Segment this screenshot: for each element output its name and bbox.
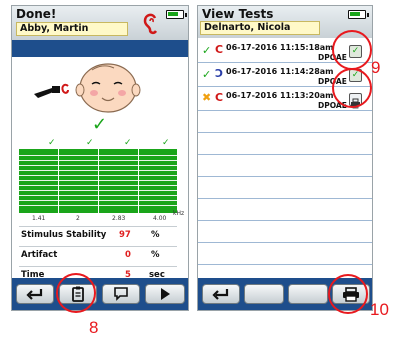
empty-list-row (198, 244, 372, 265)
chart-unit-label: kHz (173, 210, 185, 217)
page-title: View Tests (202, 7, 274, 21)
left-ear-icon: Ↄ (215, 67, 224, 80)
right-ear-icon: C (215, 91, 224, 104)
band-pass-icon: ✓ (162, 138, 170, 148)
callout-number: 8 (89, 318, 99, 337)
empty-list-row (198, 222, 372, 243)
stat-row-artifact: Artifact 0 % (19, 246, 177, 262)
stat-row-stimulus: Stimulus Stability 97 % (19, 226, 177, 242)
empty-list-row (198, 156, 372, 177)
band-pass-icon: ✓ (86, 138, 94, 148)
battery-icon (166, 10, 187, 19)
callout-circle-status-1 (332, 30, 372, 70)
test-datetime: 06-17-2016 11:15:18am (226, 43, 334, 52)
patient-name: Delnarto, Nicola (200, 21, 320, 35)
stat-value: 0 (125, 250, 131, 260)
comment-button[interactable] (102, 284, 140, 304)
stat-unit: % (151, 230, 160, 240)
callout-circle-print (328, 274, 368, 314)
header-band (12, 40, 188, 57)
ear-icon (142, 12, 160, 40)
return-arrow-icon (212, 289, 229, 300)
pass-check-icon: ✓ (202, 44, 212, 57)
stat-value: 97 (119, 230, 131, 240)
test-datetime: 06-17-2016 11:14:28am (226, 67, 334, 76)
blank-button[interactable] (288, 284, 328, 304)
band-pass-icon: ✓ (48, 138, 56, 148)
pass-check-icon: ✓ (92, 114, 108, 135)
patient-name: Abby, Martin (16, 22, 128, 36)
chart-tick-label: 4.00 (153, 215, 167, 222)
test-datetime: 06-17-2016 11:13:20am (226, 91, 334, 100)
next-button[interactable] (145, 284, 185, 304)
stat-unit: % (151, 250, 160, 260)
stat-label: Artifact (21, 250, 58, 260)
speech-bubble-icon (114, 287, 128, 301)
right-ear-icon: C (215, 43, 224, 56)
band-pass-icon: ✓ (124, 138, 132, 148)
result-title-bar: Done! Abby, Martin (12, 6, 188, 40)
play-arrow-icon (161, 288, 170, 300)
callout-number: 10 (370, 300, 389, 319)
chart-tick-label: 2 (76, 215, 80, 222)
empty-list-row (198, 200, 372, 221)
page-title: Done! (16, 7, 57, 21)
dpoae-result-chart (19, 149, 177, 213)
empty-list-row (198, 178, 372, 199)
chart-tick-label: 1.41 (32, 215, 46, 222)
left-toolbar (12, 278, 188, 310)
result-screen: Done! Abby, Martin ✓ ✓ ✓ ✓ ✓ 1.41 2 2.83… (11, 5, 189, 311)
back-button[interactable] (202, 284, 240, 304)
empty-list-row (198, 112, 372, 133)
fail-x-icon: ✖ (202, 91, 212, 104)
callout-number: 9 (371, 58, 381, 77)
callout-circle-status-2 (332, 68, 372, 108)
back-button[interactable] (16, 284, 54, 304)
stat-label: Stimulus Stability (21, 230, 107, 240)
chart-tick-label: 2.83 (112, 215, 126, 222)
callout-circle-report (56, 273, 96, 313)
empty-list-row (198, 134, 372, 155)
pass-check-icon: ✓ (202, 68, 212, 81)
blank-button[interactable] (244, 284, 284, 304)
battery-icon (348, 10, 369, 19)
return-arrow-icon (26, 289, 43, 300)
